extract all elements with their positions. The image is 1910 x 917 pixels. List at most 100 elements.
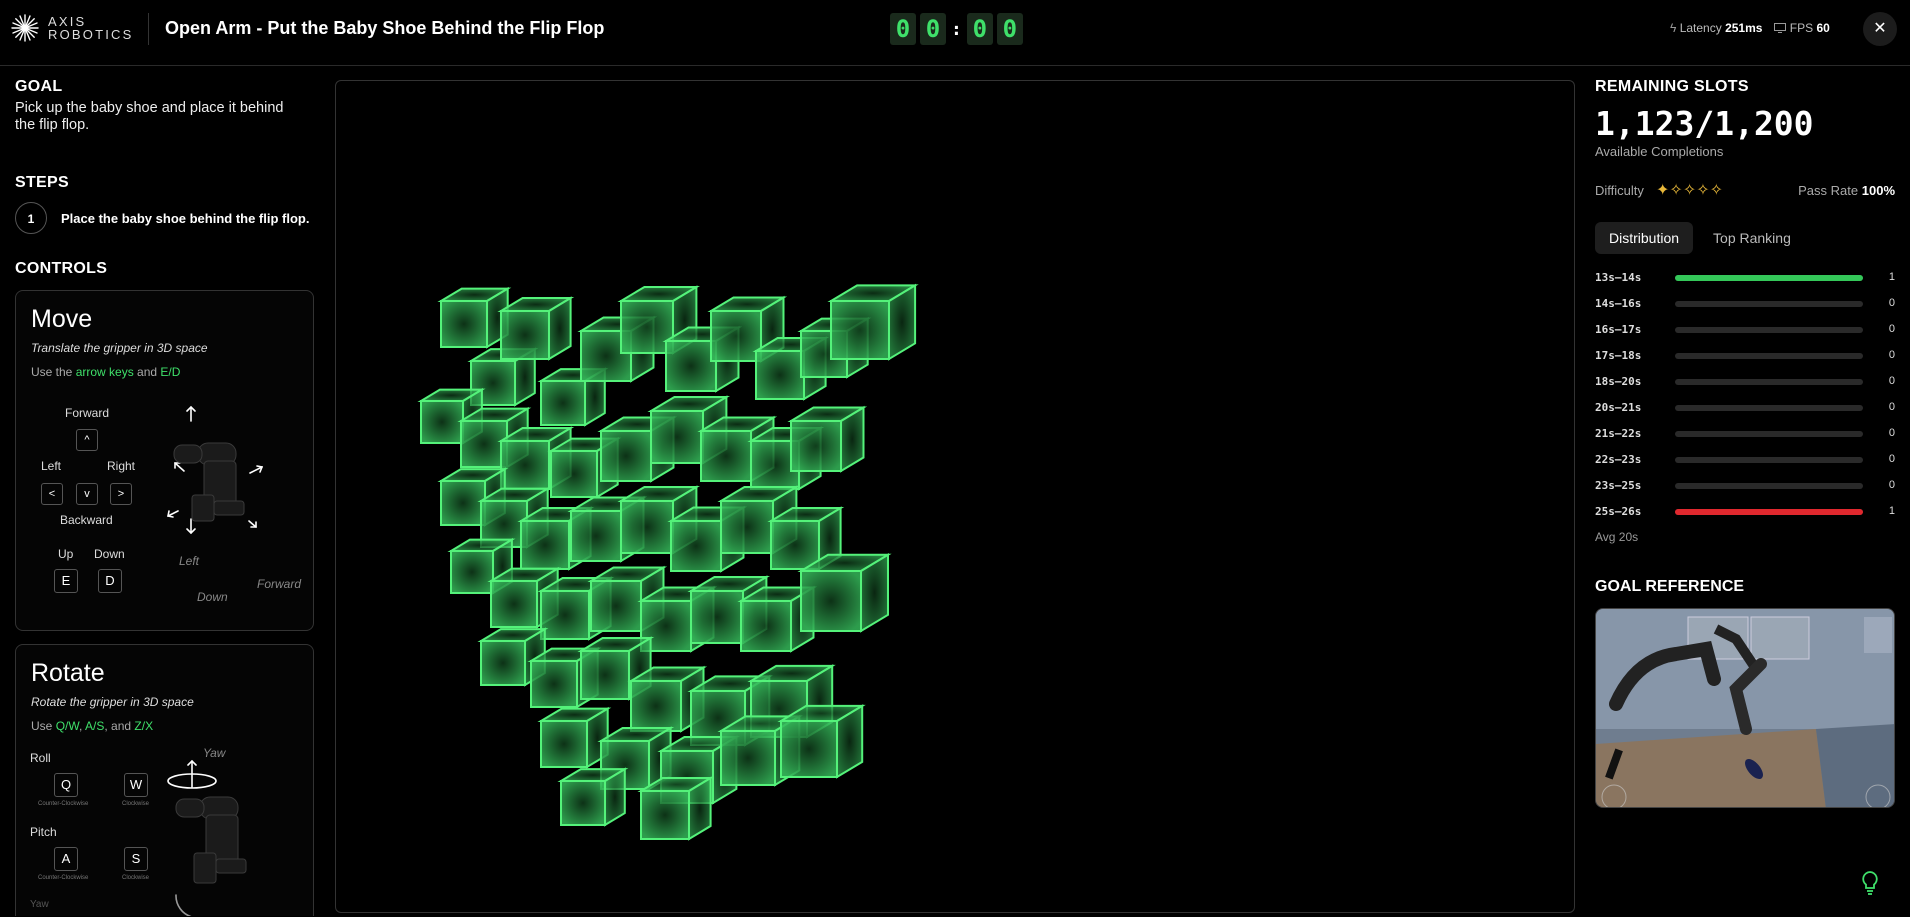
simulation-viewport[interactable] xyxy=(335,80,1575,913)
distribution-range-label: 21s–22s xyxy=(1595,427,1642,440)
distribution-range-label: 22s–23s xyxy=(1595,453,1642,466)
voxel-cube-face xyxy=(500,310,550,360)
distribution-count: 0 xyxy=(1888,427,1895,439)
distribution-count: 1 xyxy=(1888,505,1895,517)
goal-text: Pick up the baby shoe and place it behin… xyxy=(15,100,284,133)
goal-reference-heading: GOAL REFERENCE xyxy=(1595,578,1745,595)
key-a[interactable]: A xyxy=(54,847,78,871)
timer: 0 0 : 0 0 xyxy=(890,13,1023,45)
voxel-cube-face xyxy=(540,380,586,426)
distribution-row: 20s–21s 0 xyxy=(1595,400,1895,416)
close-icon: ✕ xyxy=(1873,20,1887,37)
goal-reference-image[interactable] xyxy=(1595,608,1895,808)
task-title: Open Arm - Put the Baby Shoe Behind the … xyxy=(165,18,605,38)
difficulty-row: Difficulty ✦✧✧✧✧ Pass Rate 100% xyxy=(1595,182,1895,203)
voxel-cube-face xyxy=(630,680,682,732)
rotate-hint: Use Q/W, A/S, and Z/X xyxy=(31,719,154,733)
distribution-range-label: 25s–26s xyxy=(1595,505,1642,518)
pass-rate: Pass Rate 100% xyxy=(1798,183,1895,198)
voxel-cube-face xyxy=(440,300,488,348)
distribution-count: 0 xyxy=(1888,323,1895,335)
key-w[interactable]: W xyxy=(124,773,148,797)
key-arrow-right[interactable]: > xyxy=(110,483,132,505)
distribution-range-label: 16s–17s xyxy=(1595,323,1642,336)
monitor-icon xyxy=(1774,23,1787,33)
key-e[interactable]: E xyxy=(54,569,78,593)
move-subtitle: Translate the gripper in 3D space xyxy=(31,341,208,355)
difficulty-label: Difficulty xyxy=(1595,183,1644,198)
voxel-cube-face xyxy=(830,300,890,360)
forward-label: Forward xyxy=(65,406,110,420)
voxel-cube-face xyxy=(540,590,590,640)
right-label: Right xyxy=(107,459,136,473)
diagram-down-label: Down xyxy=(197,590,228,604)
brand-name: AXIS ROBOTICS xyxy=(48,14,134,42)
voxel-cube-face xyxy=(530,660,578,708)
instructions-panel: GOAL Pick up the baby shoe and place it … xyxy=(15,66,315,916)
goal-section: GOAL Pick up the baby shoe and place it … xyxy=(15,78,305,134)
distribution-count: 1 xyxy=(1888,271,1895,283)
distribution-count: 0 xyxy=(1888,349,1895,361)
voxel-cube-face xyxy=(720,500,774,554)
latency-stat: ϟ Latency 251ms xyxy=(1670,21,1763,35)
distribution-row: 18s–20s 0 xyxy=(1595,374,1895,390)
timer-digit: 0 xyxy=(920,13,946,45)
tab-distribution[interactable]: Distribution xyxy=(1595,222,1694,254)
yaw-label: Yaw xyxy=(30,899,49,910)
goal-heading: GOAL xyxy=(15,78,63,95)
voxel-cube-face xyxy=(720,730,776,786)
distribution-row: 22s–23s 0 xyxy=(1595,452,1895,468)
voxel-cube-face xyxy=(700,430,752,482)
voxel-cube-face xyxy=(690,590,744,644)
voxel-cube-face xyxy=(755,350,805,400)
distribution-range-label: 14s–16s xyxy=(1595,297,1642,310)
rotate-subtitle: Rotate the gripper in 3D space xyxy=(31,695,194,709)
goal-reference-scene xyxy=(1596,609,1894,807)
distribution-bar-fill xyxy=(1675,509,1863,515)
voxel-cube-face xyxy=(570,510,622,562)
voxel-cube-face xyxy=(590,580,642,632)
distribution-bar-track xyxy=(1675,275,1863,281)
voxel-cube-face xyxy=(620,500,674,554)
tab-top-ranking[interactable]: Top Ranking xyxy=(1699,222,1805,254)
timer-digit: 0 xyxy=(890,13,916,45)
key-d[interactable]: D xyxy=(98,569,122,593)
key-s[interactable]: S xyxy=(124,847,148,871)
distribution-bar-track xyxy=(1675,353,1863,359)
voxel-cube-face xyxy=(665,340,717,392)
roll-ccw-label: Counter-Clockwise xyxy=(38,801,89,807)
step-item: 1 Place the baby shoe behind the flip fl… xyxy=(15,202,309,234)
distribution-row: 14s–16s 0 xyxy=(1595,296,1895,312)
gripper-move-diagram xyxy=(167,405,264,535)
difficulty-stars-icon: ✦✧✧✧✧ xyxy=(1656,182,1724,199)
distribution-count: 0 xyxy=(1888,479,1895,491)
roll-cw-label: Clockwise xyxy=(122,801,150,807)
distribution-count: 0 xyxy=(1888,375,1895,387)
key-arrow-left[interactable]: < xyxy=(41,483,63,505)
connection-stats: ϟ Latency 251ms FPS 60 xyxy=(1670,21,1830,35)
key-arrow-down[interactable]: v xyxy=(76,483,98,505)
close-button[interactable]: ✕ xyxy=(1863,12,1897,46)
voxel-cube-face xyxy=(640,790,690,840)
voxel-cube-face xyxy=(550,450,598,498)
distribution-range-label: 23s–25s xyxy=(1595,479,1642,492)
top-bar: AXIS ROBOTICS Open Arm - Put the Baby Sh… xyxy=(0,0,1910,66)
voxel-cube-face xyxy=(520,520,570,570)
pitch-label: Pitch xyxy=(30,825,57,839)
move-controls-card: Move Translate the gripper in 3D space U… xyxy=(15,290,314,631)
hint-lightbulb-icon[interactable] xyxy=(1860,870,1880,896)
distribution-row: 25s–26s 1 xyxy=(1595,504,1895,520)
distribution-bar-track xyxy=(1675,509,1863,515)
step-number: 1 xyxy=(15,202,47,234)
move-title: Move xyxy=(31,305,93,333)
distribution-row: 21s–22s 0 xyxy=(1595,426,1895,442)
backward-label: Backward xyxy=(60,513,113,527)
distribution-bar-fill xyxy=(1675,275,1863,281)
steps-heading: STEPS xyxy=(15,174,69,191)
remaining-slots-heading: REMAINING SLOTS xyxy=(1595,78,1749,95)
key-q[interactable]: Q xyxy=(54,773,78,797)
down-label: Down xyxy=(94,547,125,561)
remaining-slots-count: 1,123/1,200 xyxy=(1595,104,1814,143)
pitch-ccw-label: Counter-Clockwise xyxy=(38,875,89,881)
key-arrow-up[interactable]: ^ xyxy=(76,429,98,451)
